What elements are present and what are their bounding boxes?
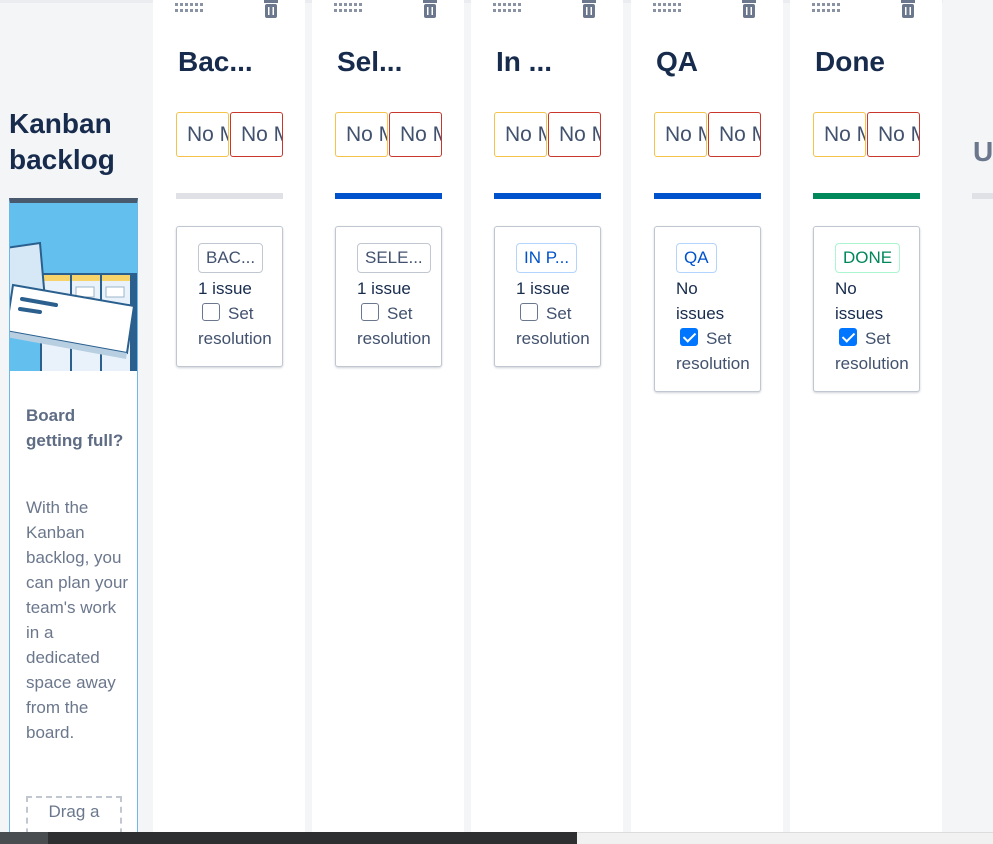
trash-icon[interactable] xyxy=(900,0,916,18)
set-resolution: Set resolution xyxy=(357,301,441,351)
status-lozenge[interactable]: BAC... xyxy=(198,243,264,273)
set-resolution: Set resolution xyxy=(835,326,919,376)
status-card: DONE No issues Set resolution xyxy=(813,226,920,392)
column-color-bar xyxy=(972,193,993,199)
issue-count: 1 issue xyxy=(357,279,411,298)
column-in-progress: In ... No Min No Max IN P... 1 issue Set… xyxy=(471,0,623,832)
resolution-checkbox[interactable] xyxy=(839,328,857,346)
status-card: IN P... 1 issue Set resolution xyxy=(494,226,601,367)
status-lozenge[interactable]: SELE... xyxy=(357,243,431,273)
min-limit-input[interactable]: No Min xyxy=(654,112,707,157)
min-limit-input[interactable]: No Min xyxy=(813,112,866,157)
min-limit-input[interactable]: No Min xyxy=(494,112,547,157)
column-selected: Sel... No Min No Max SELE... 1 issue Set… xyxy=(312,0,464,832)
column-title[interactable]: Done xyxy=(815,42,885,82)
scrollbar-thumb[interactable] xyxy=(0,832,577,844)
status-card: SELE... 1 issue Set resolution xyxy=(335,226,442,367)
column-title[interactable]: Sel... xyxy=(337,42,402,82)
set-resolution: Set resolution xyxy=(516,301,600,351)
max-limit-input[interactable]: No Max xyxy=(230,112,283,157)
column-color-bar xyxy=(176,193,283,199)
min-limit-input[interactable]: No Min xyxy=(335,112,388,157)
resolution-checkbox[interactable] xyxy=(361,303,379,321)
min-limit-input[interactable]: No Min xyxy=(176,112,229,157)
promo-description: With the Kanban backlog, you can plan yo… xyxy=(26,498,129,742)
drag-handle-icon[interactable] xyxy=(812,1,840,13)
max-limit-input[interactable]: No Max xyxy=(708,112,761,157)
drag-handle-icon[interactable] xyxy=(334,1,362,13)
column-backlog: Bac... No Min No Max BAC... 1 issue Set … xyxy=(153,0,305,832)
drag-handle-icon[interactable] xyxy=(653,1,681,13)
resolution-checkbox[interactable] xyxy=(680,328,698,346)
column-unmapped-partial: U xyxy=(943,0,993,832)
backlog-title: Kanban backlog xyxy=(9,108,115,175)
status-lozenge[interactable]: DONE xyxy=(835,243,901,273)
set-resolution: Set resolution xyxy=(198,301,282,351)
issue-count: 1 issue xyxy=(516,279,570,298)
column-color-bar xyxy=(813,193,920,199)
column-done: Done No Min No Max DONE No issues Set re… xyxy=(790,0,942,832)
backlog-promo-card: Board getting full? With the Kanban back… xyxy=(9,198,138,838)
drag-handle-icon[interactable] xyxy=(175,1,203,13)
status-card: QA No issues Set resolution xyxy=(654,226,761,392)
issue-count: No issues xyxy=(676,279,725,323)
column-color-bar xyxy=(494,193,601,199)
trash-icon[interactable] xyxy=(581,0,597,18)
column-qa: QA No Min No Max QA No issues Set resolu… xyxy=(631,0,783,832)
status-lozenge[interactable]: QA xyxy=(676,243,717,273)
status-lozenge[interactable]: IN P... xyxy=(516,243,578,273)
column-title[interactable]: In ... xyxy=(496,42,552,82)
column-color-bar xyxy=(654,193,761,199)
trash-icon[interactable] xyxy=(422,0,438,18)
trash-icon[interactable] xyxy=(741,0,757,18)
column-title[interactable]: Bac... xyxy=(178,42,253,82)
column-color-bar xyxy=(335,193,442,199)
scrollbar-thumb-start xyxy=(0,832,48,844)
resolution-checkbox[interactable] xyxy=(202,303,220,321)
board-illustration xyxy=(10,203,137,371)
partial-column-title: U xyxy=(973,136,993,167)
issue-count: No issues xyxy=(835,279,884,323)
trash-icon[interactable] xyxy=(263,0,279,18)
set-resolution: Set resolution xyxy=(676,326,760,376)
issue-count: 1 issue xyxy=(198,279,252,298)
drag-handle-icon[interactable] xyxy=(493,1,521,13)
resolution-checkbox[interactable] xyxy=(520,303,538,321)
column-title[interactable]: QA xyxy=(656,42,698,82)
max-limit-input[interactable]: No Max xyxy=(867,112,920,157)
promo-heading: Board getting full? xyxy=(26,406,124,450)
status-card: BAC... 1 issue Set resolution xyxy=(176,226,283,367)
max-limit-input[interactable]: No Max xyxy=(548,112,601,157)
max-limit-input[interactable]: No Max xyxy=(389,112,442,157)
